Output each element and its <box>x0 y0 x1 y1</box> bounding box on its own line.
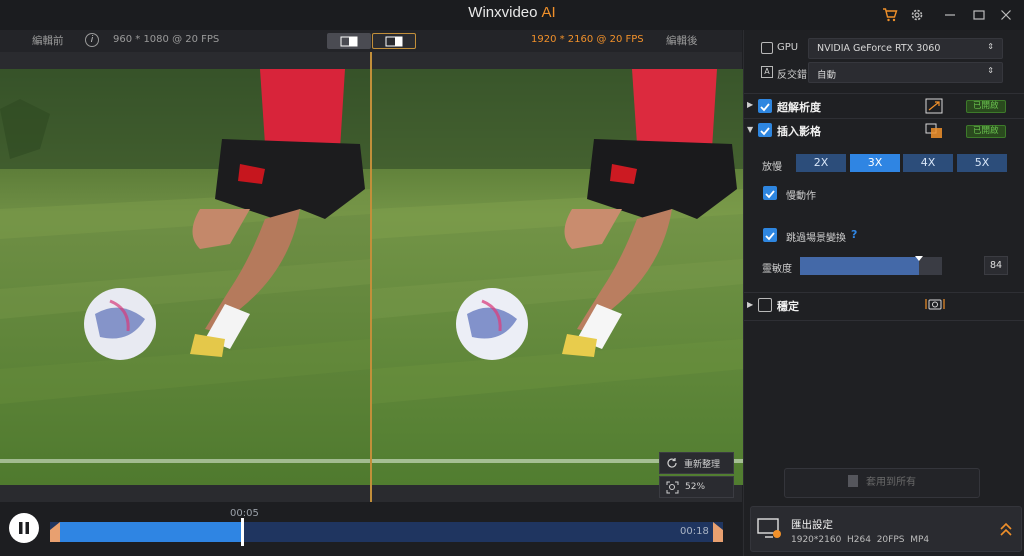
compare-bar: 編輯前 i 960 * 1080 @ 20 FPS 1920 * 2160 @ … <box>0 30 742 52</box>
export-monitor-icon <box>757 517 783 541</box>
deinterlace-select[interactable]: 自動 ⇕ <box>808 62 1003 83</box>
multiplier-5x[interactable]: 5X <box>957 154 1007 172</box>
scene-skip-checkbox[interactable] <box>763 228 777 242</box>
multiplier-3x[interactable]: 3X <box>850 154 900 172</box>
camera-stabilize-icon <box>925 296 945 312</box>
frame-interp-checkbox[interactable] <box>758 123 772 137</box>
help-icon[interactable]: ? <box>851 228 857 241</box>
before-resolution: 960 * 1080 @ 20 FPS <box>113 34 220 45</box>
export-details: 1920*2160 H264 20FPS MP4 <box>791 535 930 545</box>
apply-all-label: 套用到所有 <box>866 477 916 488</box>
slowmo-label: 放慢 <box>762 162 782 173</box>
sensitivity-value[interactable]: 84 <box>984 256 1008 275</box>
reset-button[interactable]: 重新整理 <box>659 452 734 474</box>
app-title: Winxvideo AI <box>0 4 1024 21</box>
export-title: 匯出設定 <box>791 519 833 531</box>
app-name: Winxvideo <box>468 4 538 21</box>
sensitivity-label: 靈敏度 <box>762 264 792 275</box>
deinterlace-value: 自動 <box>817 70 837 81</box>
export-settings[interactable]: 匯出設定 1920*2160 H264 20FPS MP4 <box>750 506 1022 552</box>
app-name-accent: AI <box>541 4 556 21</box>
deinterlace-label: 反交錯 <box>777 70 807 81</box>
pause-button[interactable] <box>9 513 39 543</box>
gear-icon[interactable] <box>906 4 928 26</box>
multiplier-4x[interactable]: 4X <box>903 154 953 172</box>
deinterlace-icon: A <box>761 66 773 78</box>
super-res-label: 超解析度 <box>777 101 821 114</box>
frame-interp-label: 插入影格 <box>777 125 821 138</box>
timeline: 00:05 00:18 <box>0 502 742 556</box>
preview-before <box>0 69 371 485</box>
gpu-value: NVIDIA GeForce RTX 3060 <box>817 43 941 54</box>
side-by-side-toggle[interactable] <box>327 33 371 49</box>
frame-interp-status: 已開啟 <box>966 125 1006 138</box>
compare-divider[interactable] <box>370 52 372 502</box>
stabilize-label: 穩定 <box>777 300 799 313</box>
slow-motion-checkbox[interactable] <box>763 186 777 200</box>
refresh-icon <box>667 458 677 468</box>
copy-icon <box>848 475 858 487</box>
after-label: 編輯後 <box>666 35 698 47</box>
collapse-arrow-icon[interactable]: ▼ <box>747 125 753 134</box>
stabilize-checkbox[interactable] <box>758 298 772 312</box>
playhead[interactable] <box>241 518 244 546</box>
end-time: 00:18 <box>680 526 709 537</box>
separator <box>744 93 1024 94</box>
zoom-icon <box>666 481 679 493</box>
current-time: 00:05 <box>230 508 259 519</box>
preview-after <box>372 69 743 485</box>
super-res-checkbox[interactable] <box>758 99 772 113</box>
close-icon[interactable] <box>995 4 1017 26</box>
after-resolution: 1920 * 2160 @ 20 FPS <box>531 34 644 45</box>
zoom-label: 52% <box>685 482 706 492</box>
timeline-progress <box>60 522 243 542</box>
maximize-icon[interactable] <box>968 4 990 26</box>
separator <box>744 320 1024 321</box>
super-res-status: 已開啟 <box>966 100 1006 113</box>
expand-up-icon[interactable] <box>999 521 1013 537</box>
pause-icon <box>19 522 29 534</box>
zoom-button[interactable]: 52% <box>659 476 734 498</box>
separator <box>744 292 1024 293</box>
gpu-icon <box>761 42 773 54</box>
before-label: 編輯前 <box>32 35 64 47</box>
expand-arrow-icon[interactable]: ▶ <box>747 100 753 109</box>
reset-label: 重新整理 <box>684 459 721 470</box>
upscale-icon <box>925 98 943 114</box>
expand-arrow-icon[interactable]: ▶ <box>747 300 753 309</box>
separator <box>744 118 1024 119</box>
scene-skip-label: 跳過場景變換 <box>786 233 846 244</box>
multiplier-2x[interactable]: 2X <box>796 154 846 172</box>
minimize-icon[interactable] <box>939 4 961 26</box>
sensitivity-slider[interactable] <box>800 256 942 275</box>
apply-all-button[interactable]: 套用到所有 <box>784 468 980 498</box>
frames-icon <box>925 123 943 139</box>
slow-motion-label: 慢動作 <box>786 191 816 202</box>
chevron-updown-icon: ⇕ <box>987 66 994 75</box>
chevron-updown-icon: ⇕ <box>987 42 994 51</box>
gpu-label: GPU <box>777 42 799 53</box>
settings-panel: GPU NVIDIA GeForce RTX 3060 ⇕ A 反交錯 自動 ⇕… <box>743 30 1024 556</box>
info-icon[interactable]: i <box>85 33 99 47</box>
title-bar: Winxvideo AI <box>0 0 1024 30</box>
gpu-select[interactable]: NVIDIA GeForce RTX 3060 ⇕ <box>808 38 1003 59</box>
timeline-track[interactable] <box>50 522 723 542</box>
preview-area: 重新整理 52% <box>0 52 743 502</box>
cart-icon[interactable] <box>879 4 901 26</box>
split-view-toggle[interactable] <box>372 33 416 49</box>
sensitivity-fill <box>800 257 919 275</box>
slider-thumb[interactable] <box>915 256 923 261</box>
